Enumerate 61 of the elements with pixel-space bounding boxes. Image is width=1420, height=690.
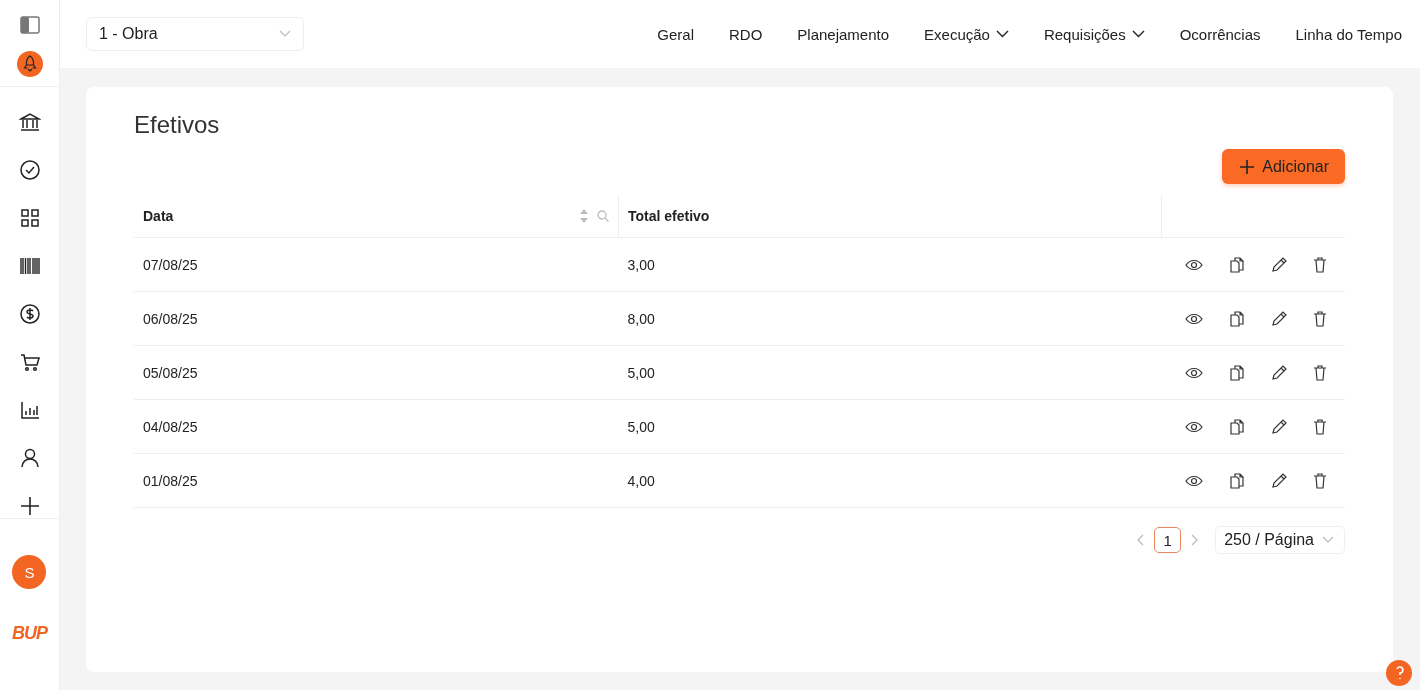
help-icon[interactable] (1386, 660, 1412, 686)
nav-link[interactable]: Requisições (1043, 25, 1145, 43)
trash-icon[interactable] (1313, 310, 1328, 327)
trash-icon[interactable] (1313, 364, 1328, 381)
table-cell: 4,00 (627, 472, 655, 489)
trash-icon[interactable] (1313, 418, 1328, 435)
copy-icon[interactable] (1229, 364, 1246, 381)
page-title: Efetivos (134, 111, 221, 139)
copy-icon[interactable] (1229, 418, 1246, 435)
table-cell: 07/08/25 (143, 256, 198, 273)
chevron-down-icon (1322, 536, 1334, 544)
copy-icon[interactable] (1229, 472, 1246, 489)
nav-link[interactable]: Execução (924, 25, 1009, 43)
pencil-icon[interactable] (1271, 310, 1288, 327)
nav-link[interactable]: Planejamento (797, 25, 890, 43)
pencil-icon[interactable] (1271, 418, 1288, 435)
pencil-icon[interactable] (1271, 256, 1288, 273)
trash-icon[interactable] (1313, 256, 1328, 273)
table-cell: 04/08/25 (143, 418, 198, 435)
copy-icon[interactable] (1229, 310, 1246, 327)
pencil-icon[interactable] (1271, 472, 1288, 489)
table-cell: 5,00 (627, 418, 655, 435)
cart-icon[interactable] (18, 351, 41, 373)
grid-icon[interactable] (18, 207, 41, 229)
bank-icon[interactable] (18, 111, 41, 133)
logo: BUP (12, 623, 47, 644)
table-cell: 05/08/25 (143, 364, 198, 381)
eye-icon[interactable] (1185, 258, 1204, 271)
table-cell: 5,00 (627, 364, 655, 381)
trash-icon[interactable] (1313, 472, 1328, 489)
nav-link[interactable]: RDO (729, 25, 763, 43)
column-header: Data (143, 208, 174, 224)
table-cell: 8,00 (627, 310, 655, 327)
eye-icon[interactable] (1185, 420, 1204, 433)
user-icon[interactable] (18, 447, 41, 469)
page-size-select[interactable]: 250 / Página (1215, 526, 1345, 554)
nav-link[interactable]: Ocorrências (1179, 25, 1261, 43)
table-cell: 3,00 (627, 256, 655, 273)
bar-chart-icon[interactable] (18, 399, 41, 421)
plus-icon[interactable] (18, 495, 41, 517)
check-circle-icon[interactable] (18, 159, 41, 181)
plus-icon (1240, 159, 1255, 174)
sidebar-toggle-icon[interactable] (19, 16, 40, 34)
chevron-down-icon (1131, 30, 1145, 38)
barcode-icon[interactable] (18, 255, 41, 277)
nav-link[interactable]: Linha do Tempo (1295, 25, 1402, 43)
eye-icon[interactable] (1185, 312, 1204, 325)
add-button[interactable]: Adicionar (1222, 149, 1345, 184)
nav-link[interactable]: Geral (657, 25, 694, 43)
project-select[interactable]: 1 - Obra (86, 17, 304, 51)
table-cell: 06/08/25 (143, 310, 198, 327)
pencil-icon[interactable] (1271, 364, 1288, 381)
table-cell: 01/08/25 (143, 472, 198, 489)
chevron-down-icon (279, 30, 291, 38)
eye-icon[interactable] (1185, 366, 1204, 379)
copy-icon[interactable] (1229, 256, 1246, 273)
dollar-icon[interactable] (18, 303, 41, 325)
column-header: Total efetivo (628, 208, 710, 224)
page-button[interactable]: 1 (1154, 527, 1182, 553)
chevron-down-icon (995, 30, 1009, 38)
eye-icon[interactable] (1185, 474, 1204, 487)
